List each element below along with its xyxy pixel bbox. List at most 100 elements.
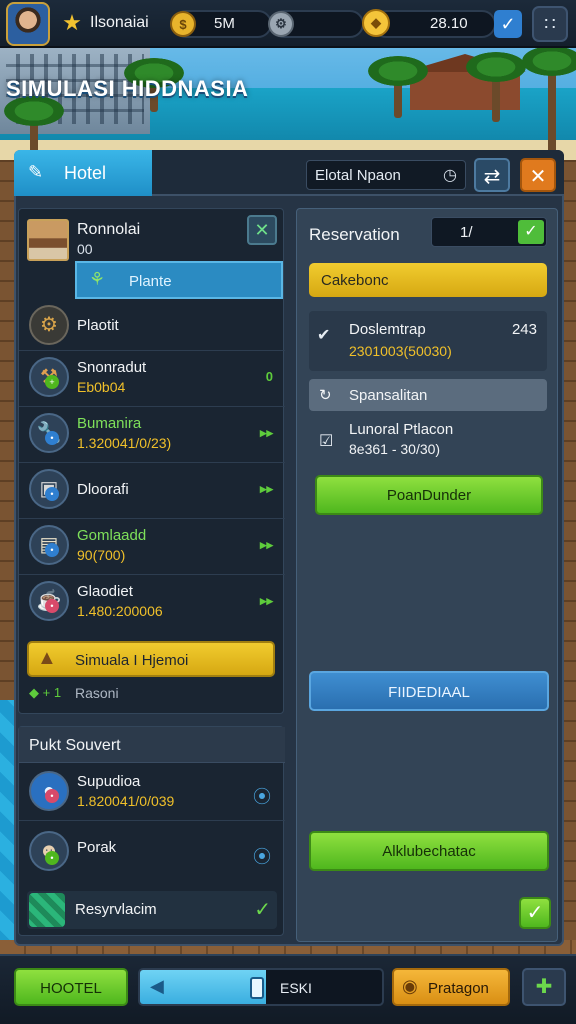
simulate-button[interactable]: ▲ Simuala I Hjemoi: [27, 641, 275, 677]
gold-gem-icon: ◆: [362, 9, 390, 37]
badge-icon: •: [45, 599, 59, 613]
item-sub: 1.820041/0/039: [77, 793, 175, 809]
sponsor-label: Spansalitan: [349, 387, 428, 404]
gear-icon: ⚙: [29, 305, 69, 345]
check-icon: ✔: [317, 327, 331, 344]
search-input[interactable]: Elotal Npaon ◷: [306, 160, 466, 190]
plante-dropdown[interactable]: ⚘ Plante: [75, 261, 283, 299]
badge-icon: •: [45, 543, 59, 557]
item-title: Snonradut: [77, 359, 147, 376]
item-mark: ▸▸: [259, 481, 273, 496]
fiidedial-button[interactable]: FIIDEDIAAL: [309, 671, 549, 711]
check-icon: ✓: [254, 899, 271, 921]
item-title: Gomlaadd: [77, 527, 147, 544]
room-row[interactable]: Ronnolai 00 ✕: [19, 209, 285, 269]
tab-hotel[interactable]: ✎ Hotel: [14, 150, 152, 196]
plan-button-label: PoanDunder: [386, 487, 472, 504]
checkbox-icon[interactable]: ☑: [319, 431, 333, 451]
shield-coin-icon: $: [170, 11, 196, 37]
hotel-button-label: HOOTEL: [40, 980, 102, 997]
amenities-list: Ronnolai 00 ✕ ⚘ Plante ⚙ Plaotit ⚒ + Sno…: [18, 208, 285, 714]
info-number: 243: [511, 321, 537, 338]
palm-tree: [466, 52, 526, 122]
item-title: Plaotit: [77, 317, 119, 334]
list-item[interactable]: ☻ • Porak ⦿: [19, 823, 285, 885]
pay-button[interactable]: ◉ Pratagon: [392, 968, 510, 1006]
refresh-icon: ↻: [319, 387, 332, 404]
room-sub: 00: [77, 241, 93, 257]
simulate-label: Simuala I Hjemoi: [75, 652, 189, 669]
plante-label: Plante: [129, 273, 172, 290]
badge-icon: •: [45, 487, 59, 501]
item-title: Supudioa: [77, 773, 141, 790]
reservation-row[interactable]: Resyrvlacim ✓: [27, 891, 277, 929]
close-button[interactable]: ✕: [520, 158, 556, 192]
item-sub: 1.480:200006: [77, 603, 163, 619]
rason-label: Rasoni: [75, 685, 119, 701]
wave-icon: ⦿: [253, 847, 271, 867]
coins-icon: ◉: [402, 976, 418, 996]
list-item[interactable]: ▣ • Dloorafi ▸▸: [19, 463, 285, 519]
top-hud: ★ Ilsonaiai $ 5M ⚙ ◆ 28.10 ✓ ∷: [0, 0, 576, 48]
list-item[interactable]: ● • Supudioa 1.820041/0/039 ⦿: [19, 765, 285, 821]
badge-icon: •: [45, 431, 59, 445]
progress-label: ESKI: [280, 980, 312, 996]
player-name: Ilsonaiai: [90, 14, 149, 31]
room-close-button[interactable]: ✕: [247, 215, 277, 245]
section-header: Pukt Souvert: [19, 727, 285, 763]
item-title: Glaodiet: [77, 583, 133, 600]
list-item[interactable]: 🔧 • Bumanira 1.320041/0/23) ▸▸: [19, 407, 285, 463]
badge-icon: •: [45, 851, 59, 865]
shuffle-button[interactable]: ⇄: [474, 158, 510, 192]
wave-icon: ⦿: [253, 787, 271, 807]
item-sub: Eb0b04: [77, 379, 126, 395]
badge-icon: +: [45, 375, 59, 389]
item-mark: 0: [265, 369, 273, 384]
gear-coin-icon: ⚙: [268, 11, 294, 37]
avatar[interactable]: [6, 2, 50, 46]
list-item[interactable]: ⚒ + Snonradut Eb0b04 0: [19, 351, 285, 407]
lunoral-sub: 8e361 - 30/30): [349, 441, 441, 457]
bottom-bar: HOOTEL ◀ ESKI ◉ Pratagon ✚: [0, 954, 576, 1024]
info-sub: 2301003(50030): [349, 343, 452, 359]
room-title: Ronnolai: [77, 221, 141, 238]
item-sub: 1.320041/0/23): [77, 435, 172, 451]
reservation-count-field[interactable]: 1/ ✓: [431, 217, 547, 247]
reservation-panel: Reservation 1/ ✓ Cakebonc ✔ Doslemtrap 2…: [296, 208, 558, 942]
reservation-label: Resyrvlacim: [75, 901, 157, 918]
confirm-button[interactable]: Alklubechatac: [309, 831, 549, 871]
lunoral-title: Lunoral Ptlacon: [349, 421, 454, 438]
hotel-button[interactable]: HOOTEL: [14, 968, 128, 1006]
phone-icon: [250, 977, 264, 999]
item-sub: 90(700): [77, 547, 126, 563]
arrow-left-icon[interactable]: ◀: [150, 976, 164, 997]
list-item[interactable]: ▤ • Gomlaadd 90(700) ▸▸: [19, 519, 285, 575]
accept-check-button[interactable]: ✓: [519, 897, 551, 929]
item-mark: ▸▸: [259, 593, 273, 608]
pencil-icon: ✎: [28, 162, 44, 182]
cake-dropdown[interactable]: Cakebonc: [309, 263, 547, 297]
item-title: Dloorafi: [77, 481, 129, 498]
plan-button[interactable]: PoanDunder: [315, 475, 543, 515]
check-icon: ✓: [518, 220, 544, 244]
sponsor-row[interactable]: ↻ Spansalitan: [309, 379, 547, 411]
star-icon: ★: [62, 10, 82, 35]
souvenir-section: Pukt Souvert ● • Supudioa 1.820041/0/039…: [18, 726, 285, 936]
list-item[interactable]: ☕ • Glaodiet 1.480:200006 ▸▸: [19, 575, 285, 631]
add-button[interactable]: ✚: [522, 968, 566, 1006]
fiidedial-label: FIIDEDIAAL: [388, 684, 470, 701]
reservation-title: Reservation: [309, 225, 400, 244]
list-item[interactable]: ⚙ Plaotit: [19, 301, 285, 351]
confirm-check-button[interactable]: ✓: [494, 10, 522, 38]
info-box: ✔ Doslemtrap 2301003(50030) 243: [309, 311, 547, 371]
badge-icon: •: [45, 789, 59, 803]
game-title: SIMULASI HIDDNASIA: [6, 76, 249, 101]
reservation-count: 1/: [460, 224, 473, 241]
gem-icon: ◆ + 1: [29, 685, 62, 700]
section-title: Pukt Souvert: [29, 737, 121, 754]
progress-bar: ◀ ESKI: [138, 968, 384, 1006]
menu-grid-button[interactable]: ∷: [532, 6, 568, 42]
item-mark: ▸▸: [259, 537, 273, 552]
info-title: Doslemtrap: [349, 321, 426, 338]
bag-icon: ▲: [37, 647, 57, 669]
